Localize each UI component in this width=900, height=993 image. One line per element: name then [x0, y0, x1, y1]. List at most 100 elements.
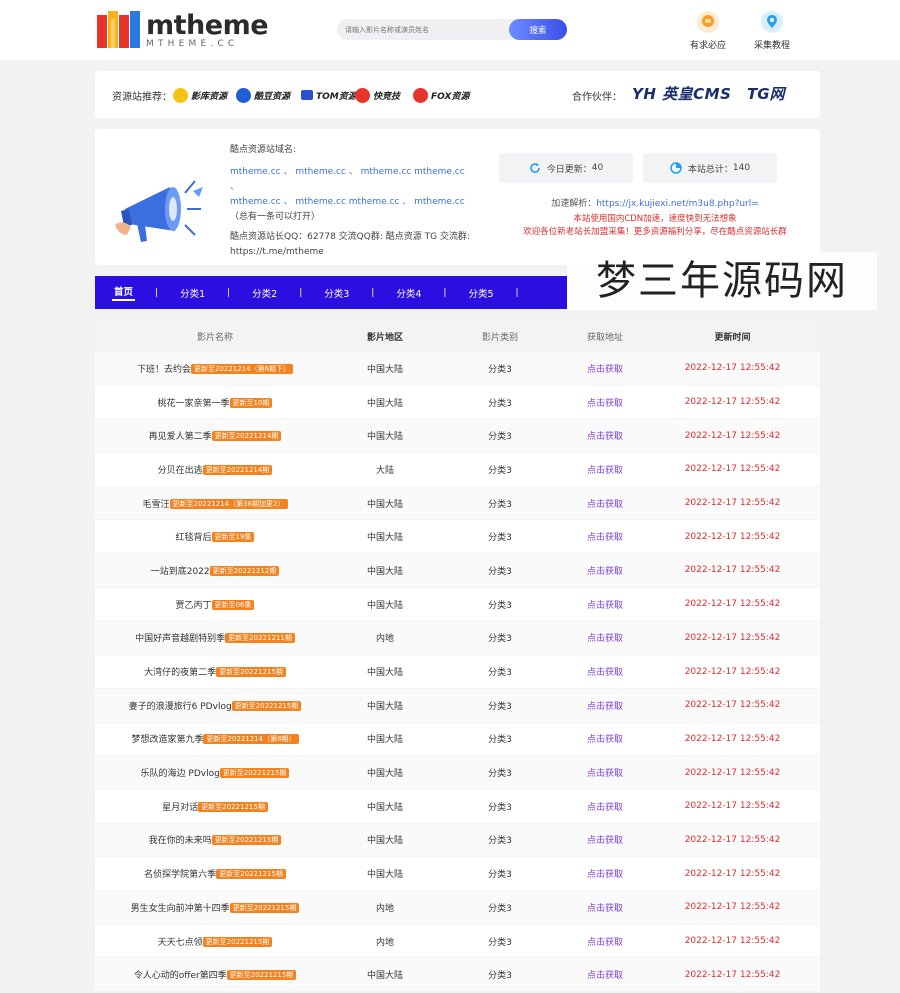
get-link[interactable]: 点击获取: [565, 800, 645, 813]
header-name: 影片名称: [196, 332, 233, 343]
update-time-cell: 2022-12-17 12:55:42: [645, 970, 820, 980]
video-title[interactable]: 再见爱人第二季: [149, 432, 212, 442]
update-time-cell: 2022-12-17 12:55:42: [645, 700, 820, 710]
pie-chart-icon: [670, 162, 682, 174]
nav-category-3[interactable]: 分类3: [322, 286, 351, 300]
update-time-cell: 2022-12-17 12:55:42: [645, 734, 820, 744]
table-row: 毛雪汪 更新至20221214（第36期加更2） 中国大陆 分类3 点击获取 2022-1…: [95, 486, 820, 521]
get-link[interactable]: 点击获取: [565, 766, 645, 779]
video-title[interactable]: 贾乙丙丁: [176, 601, 212, 611]
video-name-cell: 再见爱人第二季 更新至20221214期: [95, 429, 335, 442]
update-time: 2022-12-17 12:55:42: [684, 599, 781, 610]
nav-category-4[interactable]: 分类4: [394, 286, 423, 300]
video-title[interactable]: 毛雪汪: [142, 500, 169, 510]
brand-link-fox[interactable]: FOX资源: [413, 85, 469, 105]
domain-label: 酷点资源站域名:: [230, 145, 297, 155]
region-cell: 内地: [375, 634, 394, 645]
update-badge: 更新至20221212期: [209, 565, 280, 576]
video-title[interactable]: 乐队的海边 PDvlog: [141, 769, 220, 779]
get-link-label: 点击获取: [586, 836, 623, 847]
update-time: 2022-12-17 12:55:42: [684, 936, 781, 947]
tutorial-link[interactable]: 采集教程: [747, 10, 797, 51]
video-title[interactable]: 红毯背后: [176, 533, 212, 543]
get-link[interactable]: 点击获取: [565, 530, 645, 543]
video-title[interactable]: 下班！去约会: [137, 365, 191, 375]
video-title[interactable]: 名侦探学院第六季: [144, 870, 216, 880]
get-link[interactable]: 点击获取: [565, 732, 645, 745]
request-link[interactable]: 有求必应: [683, 10, 733, 51]
partner-tg[interactable]: TG网: [747, 83, 785, 104]
category-cell: 分类3: [488, 903, 512, 914]
logo-m-icon: [97, 11, 140, 48]
get-link[interactable]: 点击获取: [565, 598, 645, 611]
video-name-cell: 中国好声音越剧特别季 更新至20221211期: [95, 631, 335, 644]
brand-link-kuaijingji[interactable]: 快竞技: [355, 85, 400, 105]
brand-link-yingku[interactable]: 影库资源: [173, 85, 227, 105]
get-link[interactable]: 点击获取: [565, 362, 645, 375]
table-header: 影片名称 影片地区 影片类别 获取地址 更新时间: [95, 320, 820, 352]
video-title[interactable]: 妻子的浪漫旅行6 PDvlog: [129, 702, 232, 712]
video-name-cell: 妻子的浪漫旅行6 PDvlog 更新至20221215期: [95, 699, 335, 712]
get-link[interactable]: 点击获取: [565, 833, 645, 846]
video-title[interactable]: 梦想改造家第九季: [131, 735, 203, 745]
nav-home[interactable]: 首页: [112, 284, 136, 301]
video-title[interactable]: 天天七点领: [158, 938, 203, 948]
update-time-cell: 2022-12-17 12:55:42: [645, 633, 820, 643]
table-row: 令人心动的offer第四季 更新至20221215期 中国大陆 分类3 点击获取 2022…: [95, 958, 820, 993]
get-link[interactable]: 点击获取: [565, 935, 645, 948]
update-time: 2022-12-17 12:55:42: [684, 531, 781, 542]
site-logo[interactable]: mtheme MTHEME.CC: [97, 10, 269, 50]
video-title[interactable]: 我在你的未来吗: [149, 836, 212, 846]
video-title[interactable]: 桃花一家亲第一季: [158, 399, 230, 409]
region-cell: 中国大陆: [366, 735, 403, 746]
update-time-cell: 2022-12-17 12:55:42: [645, 565, 820, 575]
get-link[interactable]: 点击获取: [565, 699, 645, 712]
get-link[interactable]: 点击获取: [565, 901, 645, 914]
partner-title: 合作伙伴：: [572, 92, 622, 103]
video-title[interactable]: 大湾仔的夜第二季: [144, 668, 216, 678]
brand-link-tom[interactable]: TOM资源: [301, 85, 357, 105]
search-button[interactable]: 搜索: [509, 19, 567, 40]
video-title[interactable]: 星月对话: [162, 803, 198, 813]
nav-category-1[interactable]: 分类1: [178, 286, 207, 300]
brand-link-kudou[interactable]: 酷豆资源: [236, 85, 290, 105]
get-link[interactable]: 点击获取: [565, 631, 645, 644]
get-link[interactable]: 点击获取: [565, 463, 645, 476]
video-title[interactable]: 分贝在出逃: [158, 466, 203, 476]
video-title[interactable]: 男生女生向前冲第十四季: [131, 904, 230, 914]
nav-separator: |: [299, 287, 303, 298]
region-cell: 中国大陆: [366, 533, 403, 544]
get-link-label: 点击获取: [586, 432, 623, 443]
video-title[interactable]: 一站到底2022: [151, 567, 210, 577]
today-update-card: 今日更新： 40: [499, 153, 633, 183]
region-cell: 中国大陆: [366, 432, 403, 443]
update-time-cell: 2022-12-17 12:55:42: [645, 397, 820, 407]
table-row: 星月对话 更新至20221215期 中国大陆 分类3 点击获取 2022-12-17 12…: [95, 790, 820, 824]
video-name-cell: 一站到底2022 更新至20221212期: [95, 564, 335, 577]
domain-list-line2[interactable]: mtheme.cc 、 mtheme.cc mtheme.cc 、 mtheme…: [230, 197, 465, 207]
update-badge: 更新至20221214（第36期加更2）: [169, 498, 288, 509]
nav-category-5[interactable]: 分类5: [466, 286, 495, 300]
video-title[interactable]: 令人心动的offer第四季: [134, 971, 227, 981]
get-link[interactable]: 点击获取: [565, 665, 645, 678]
get-link[interactable]: 点击获取: [565, 968, 645, 981]
video-title[interactable]: 中国好声音越剧特别季: [135, 634, 225, 644]
partner-yh-cms[interactable]: YH 英皇CMS: [632, 83, 731, 104]
get-link[interactable]: 点击获取: [565, 564, 645, 577]
nav-category-2[interactable]: 分类2: [250, 286, 279, 300]
table-row: 梦想改造家第九季 更新至20221214（第8期） 中国大陆 分类3 点击获取 2022-…: [95, 723, 820, 757]
get-link[interactable]: 点击获取: [565, 429, 645, 442]
domain-info: 酷点资源站域名: mtheme.cc 、 mtheme.cc 、 mtheme.…: [230, 143, 475, 260]
get-link[interactable]: 点击获取: [565, 497, 645, 510]
parse-url[interactable]: https://jx.kujiexi.net/m3u8.php?url=: [596, 199, 759, 209]
get-link[interactable]: 点击获取: [565, 867, 645, 880]
domain-list-line1[interactable]: mtheme.cc 、 mtheme.cc 、 mtheme.cc mtheme…: [230, 167, 465, 192]
get-link[interactable]: 点击获取: [565, 396, 645, 409]
update-badge: 更新至20221215期: [216, 667, 286, 678]
update-time-cell: 2022-12-17 12:55:42: [645, 599, 820, 609]
search-input[interactable]: [337, 19, 512, 40]
update-time: 2022-12-17 12:55:42: [684, 464, 781, 475]
table-row: 贾乙丙丁 更新至06集 中国大陆 分类3 点击获取 2022-12-17 12:55:42: [95, 588, 820, 622]
nav-separator: |: [227, 287, 231, 298]
tutorial-link-label: 采集教程: [753, 41, 790, 51]
